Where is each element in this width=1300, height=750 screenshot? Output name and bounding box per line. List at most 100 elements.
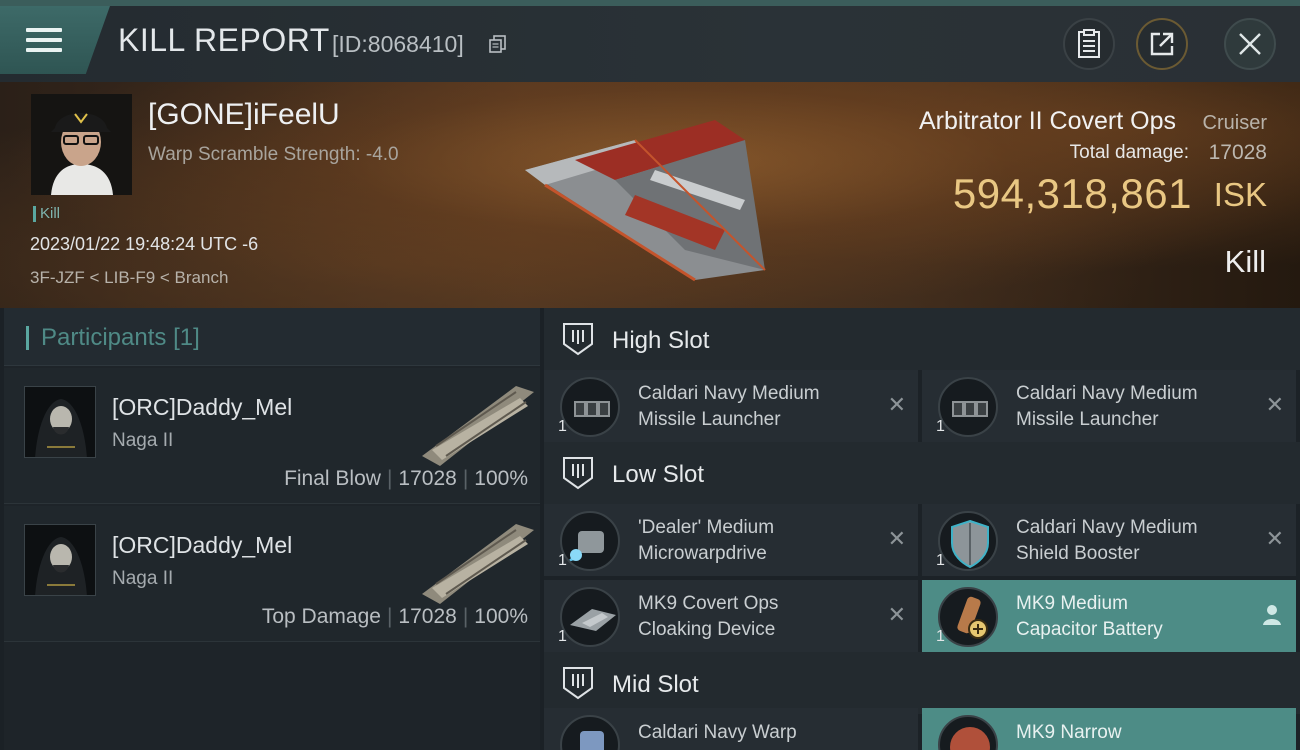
item-name: Caldari Navy Medium Shield Booster xyxy=(1016,515,1246,567)
fitting-item[interactable]: 1 Caldari Navy Medium Shield Booster ✕ xyxy=(922,504,1296,576)
low-slot-icon xyxy=(563,457,593,490)
close-button[interactable] xyxy=(1224,18,1276,70)
cloaking-device-icon xyxy=(560,587,620,647)
victim-avatar[interactable] xyxy=(31,94,132,195)
destroyed-x-icon: ✕ xyxy=(1265,392,1284,417)
destroyed-x-icon: ✕ xyxy=(887,526,906,551)
participant-ship-image xyxy=(422,386,534,466)
item-name-line1: Caldari Navy Medium xyxy=(638,383,820,404)
item-quantity: 1 xyxy=(936,552,945,569)
mid-slot-title: Mid Slot xyxy=(612,671,699,698)
participants-label: Participants xyxy=(41,324,167,351)
item-name-line1: 'Dealer' Medium xyxy=(638,517,775,538)
fitting-item[interactable]: 1 MK9 Covert Ops Cloaking Device ✕ xyxy=(544,580,918,652)
kill-datetime: 2023/01/22 19:48:24 UTC -6 xyxy=(30,234,259,254)
victim-name[interactable]: [GONE]iFeelU xyxy=(148,98,340,132)
item-name-line2: Shield Booster xyxy=(1016,543,1140,564)
hamburger-icon xyxy=(26,26,62,54)
item-name: Caldari Navy Medium Missile Launcher xyxy=(638,381,868,433)
victim-ship-image xyxy=(525,120,766,282)
destroyed-x-icon: ✕ xyxy=(1265,526,1284,551)
item-name-line1: Caldari Navy Warp xyxy=(638,722,797,743)
item-name: MK9 Covert Ops Cloaking Device xyxy=(638,591,868,643)
high-slot-icon xyxy=(563,323,593,356)
item-quantity: 1 xyxy=(558,628,567,645)
item-name-line1: Caldari Navy Medium xyxy=(1016,517,1198,538)
warp-scramble-strength: Warp Scramble Strength: -4.0 xyxy=(148,144,399,165)
header-bar: KILL REPORT [ID:8068410] xyxy=(0,0,1300,82)
item-quantity: 1 xyxy=(558,552,567,569)
narrow-module-icon xyxy=(938,715,998,750)
dropped-person-icon xyxy=(1263,605,1281,625)
item-name: MK9 Narrow xyxy=(1016,720,1246,746)
participant-row[interactable]: [ORC]Daddy_Mel Naga II Top Damage | 17028 |… xyxy=(4,506,540,642)
warp-disruptor-icon xyxy=(560,715,620,750)
fitting-item[interactable]: Caldari Navy Warp xyxy=(544,708,918,750)
destroyed-x-icon: ✕ xyxy=(887,392,906,417)
mid-slot-header: Mid Slot xyxy=(544,652,1300,714)
participant-stats: Top Damage | 17028 | 100% xyxy=(261,605,528,628)
fitting-item[interactable]: MK9 Narrow xyxy=(922,708,1296,750)
victim-ship-name[interactable]: Arbitrator II Covert Ops xyxy=(919,107,1176,136)
share-icon xyxy=(1150,32,1174,56)
mid-slot-icon xyxy=(563,667,593,700)
copy-icon[interactable] xyxy=(489,35,507,53)
shield-booster-icon xyxy=(938,511,998,571)
participant-row[interactable]: [ORC]Daddy_Mel Naga II Final Blow | 17028 |… xyxy=(4,368,540,504)
total-damage-value: 17028 xyxy=(1208,141,1267,164)
clipboard-icon xyxy=(1078,29,1100,58)
low-slot-header: Low Slot xyxy=(544,442,1300,504)
participants-header: Participants [1] xyxy=(4,308,540,366)
isk-value: 594,318,861 xyxy=(952,170,1192,217)
item-quantity: 1 xyxy=(558,418,567,435)
microwarpdrive-icon xyxy=(560,511,620,571)
item-name-line2: Cloaking Device xyxy=(638,619,776,640)
item-name: Caldari Navy Medium Missile Launcher xyxy=(1016,381,1246,433)
item-name: Caldari Navy Warp xyxy=(638,720,868,746)
kill-result: Kill xyxy=(1224,244,1266,279)
participants-title: Participants [1] xyxy=(26,326,200,350)
item-name-line2: Microwarpdrive xyxy=(638,543,767,564)
participant-percent: 100% xyxy=(474,467,528,490)
report-id: [ID:8068410] xyxy=(332,31,464,57)
item-name: MK9 Medium Capacitor Battery xyxy=(1016,591,1246,643)
fitting-panel: High Slot 1 Caldari Navy Medium Missile L… xyxy=(544,308,1300,750)
missile-launcher-icon xyxy=(938,377,998,437)
item-name: 'Dealer' Medium Microwarpdrive xyxy=(638,515,868,567)
participant-avatar xyxy=(24,524,96,596)
page-title: KILL REPORT xyxy=(118,22,330,58)
clipboard-button[interactable] xyxy=(1063,18,1115,70)
item-name-line2: Capacitor Battery xyxy=(1016,619,1163,640)
participant-ship: Naga II xyxy=(112,568,174,589)
participant-damage: 17028 xyxy=(398,467,457,490)
close-icon xyxy=(1239,33,1261,55)
capacitor-battery-icon xyxy=(938,587,998,647)
participant-ship: Naga II xyxy=(112,430,174,451)
participants-panel: Participants [1] [ORC]Daddy_Mel Naga II … xyxy=(4,308,540,750)
fitting-item[interactable]: 1 MK9 Medium Capacitor Battery xyxy=(922,580,1296,652)
item-quantity: 1 xyxy=(936,628,945,645)
total-damage-label: Total damage: xyxy=(1069,142,1189,163)
isk-unit: ISK xyxy=(1213,176,1267,213)
participant-name: [ORC]Daddy_Mel xyxy=(112,532,293,558)
kill-tag: Kill xyxy=(33,206,60,222)
item-name-line2: Missile Launcher xyxy=(1016,409,1159,430)
participant-percent: 100% xyxy=(474,605,528,628)
menu-button[interactable] xyxy=(0,6,110,74)
fitting-item[interactable]: 1 'Dealer' Medium Microwarpdrive ✕ xyxy=(544,504,918,576)
share-button[interactable] xyxy=(1136,18,1188,70)
hooded-pilot-icon xyxy=(25,525,95,595)
hooded-pilot-icon xyxy=(25,387,95,457)
participants-count: [1] xyxy=(173,324,200,351)
high-slot-header: High Slot xyxy=(544,308,1300,370)
participant-name: [ORC]Daddy_Mel xyxy=(112,394,293,420)
item-name-line1: MK9 Medium xyxy=(1016,593,1128,614)
fitting-item[interactable]: 1 Caldari Navy Medium Missile Launcher ✕ xyxy=(922,370,1296,442)
fitting-item[interactable]: 1 Caldari Navy Medium Missile Launcher ✕ xyxy=(544,370,918,442)
destroyed-x-icon: ✕ xyxy=(887,602,906,627)
participant-damage: 17028 xyxy=(398,605,457,628)
kill-location[interactable]: 3F-JZF < LIB-F9 < Branch xyxy=(30,268,228,288)
participant-ship-image xyxy=(422,524,534,604)
header-topline xyxy=(0,0,1300,6)
item-name-line1: MK9 Covert Ops xyxy=(638,593,779,614)
